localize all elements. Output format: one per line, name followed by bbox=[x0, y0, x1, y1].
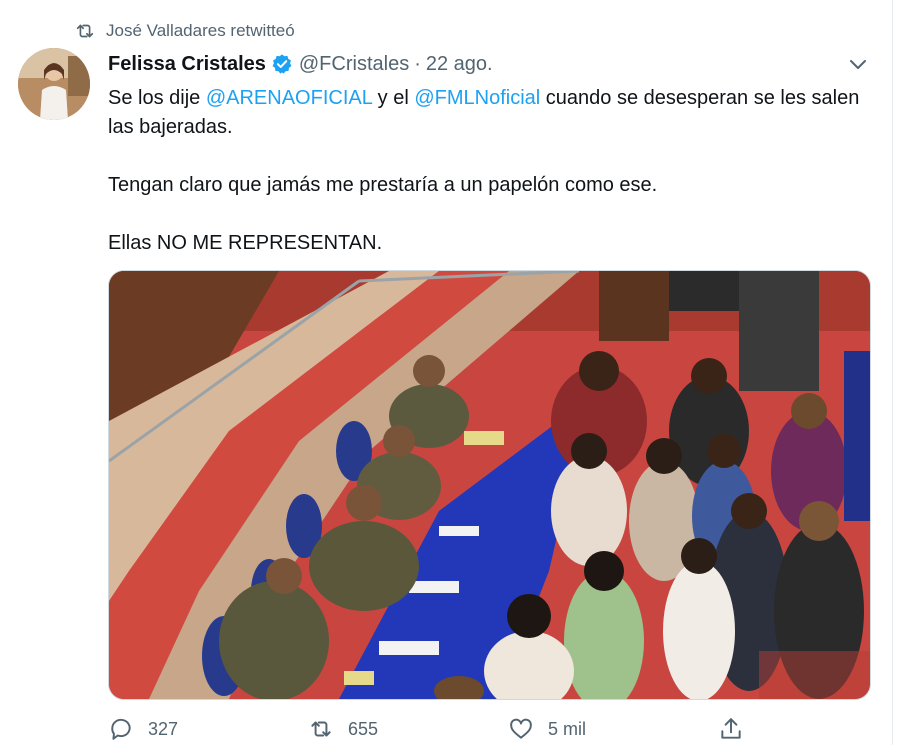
reply-button[interactable]: 327 bbox=[108, 712, 178, 746]
retweet-count: 655 bbox=[348, 718, 379, 739]
tweet-paragraph-1: Se los dije @ARENAOFICIAL y el @FMLNofic… bbox=[108, 84, 878, 142]
retweet-icon bbox=[311, 721, 331, 737]
retweet-banner[interactable]: José Valladares retwitteó bbox=[74, 19, 295, 43]
tweet-paragraph-2: Tengan claro que jamás me prestaría a un… bbox=[108, 174, 658, 196]
retweet-icon bbox=[76, 24, 94, 38]
like-count: 5 mil bbox=[548, 718, 587, 739]
retweet-button[interactable]: 655 bbox=[308, 712, 378, 746]
mention-link-fmln[interactable]: @FMLNoficial bbox=[414, 87, 540, 109]
tweet-date[interactable]: 22 ago. bbox=[426, 53, 493, 76]
chevron-down-icon[interactable] bbox=[846, 52, 870, 76]
like-button[interactable]: 5 mil bbox=[508, 712, 586, 746]
share-button[interactable] bbox=[718, 712, 758, 746]
tweet-actions: 327 655 5 mil bbox=[108, 712, 758, 746]
tweet-header: Felissa Cristales @FCristales · 22 ago. bbox=[108, 50, 493, 78]
verified-badge-icon bbox=[272, 54, 292, 74]
heart-icon bbox=[510, 718, 532, 739]
author-name[interactable]: Felissa Cristales bbox=[108, 53, 266, 76]
text-segment: y el bbox=[372, 87, 415, 109]
reply-icon bbox=[111, 718, 131, 740]
text-segment: Se los dije bbox=[108, 87, 206, 109]
tweet-text: Se los dije @ARENAOFICIAL y el @FMLNofic… bbox=[108, 84, 878, 258]
tweet-photo[interactable] bbox=[108, 270, 871, 700]
header-separator: · bbox=[414, 52, 421, 75]
share-icon bbox=[721, 718, 741, 739]
author-handle[interactable]: @FCristales bbox=[299, 53, 409, 76]
retweet-banner-text[interactable]: José Valladares retwitteó bbox=[106, 21, 295, 41]
reply-count: 327 bbox=[148, 718, 179, 739]
mention-link-arena[interactable]: @ARENAOFICIAL bbox=[206, 87, 372, 109]
author-avatar[interactable] bbox=[18, 48, 90, 120]
timeline-border bbox=[892, 0, 893, 745]
tweet-paragraph-3: Ellas NO ME REPRESENTAN. bbox=[108, 232, 383, 254]
